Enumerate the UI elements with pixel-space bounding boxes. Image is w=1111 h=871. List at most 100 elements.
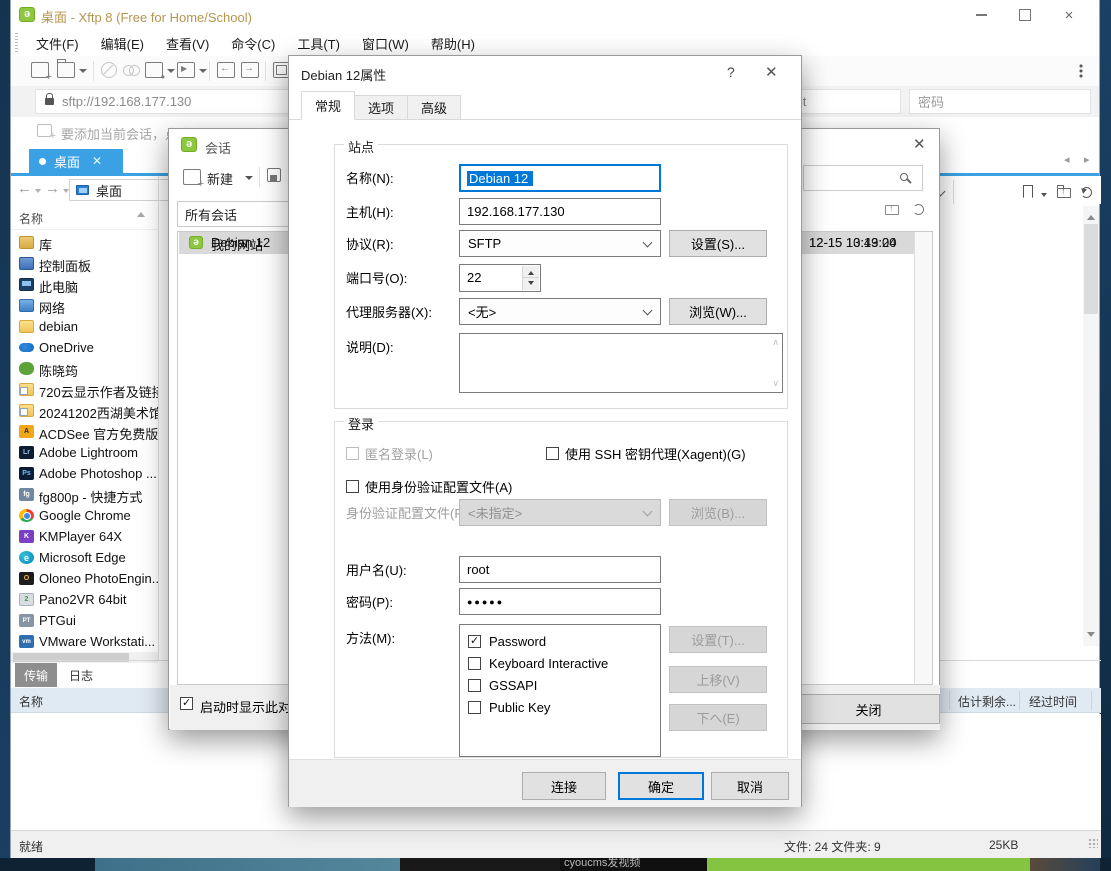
local-file-row[interactable]: 网络 [11, 295, 158, 316]
properties-tab[interactable]: 选项 [355, 95, 408, 120]
method-chec kbox-icon[interactable] [468, 657, 481, 670]
use-auth-profile-checkbox[interactable]: 使用身份验证配置文件(A) [346, 477, 512, 496]
close-session-dialog-button[interactable]: 关闭 [797, 694, 940, 724]
local-file-row[interactable]: 此电脑 [11, 274, 158, 295]
refresh-icon[interactable] [1081, 187, 1092, 198]
site-name-input[interactable]: Debian 12 [459, 164, 661, 192]
toolbar-icon[interactable] [199, 69, 207, 77]
transfer-est-header[interactable]: 估计剩余... [958, 693, 1016, 710]
description-textarea[interactable]: ∧ ∨ [459, 333, 783, 393]
local-file-row[interactable]: ACDSee 官方免费版 [11, 421, 158, 442]
new-session-icon[interactable] [183, 169, 201, 185]
local-file-row[interactable]: fg800p - 快捷方式 [11, 484, 158, 505]
folder-up-icon[interactable] [1057, 188, 1071, 198]
forward-icon[interactable]: → [45, 180, 60, 197]
toolbar-icon[interactable] [167, 69, 175, 77]
local-file-row[interactable]: Pano2VR 64bit [11, 589, 158, 610]
resize-grip[interactable] [1088, 838, 1098, 848]
local-hscrollbar[interactable] [11, 652, 158, 663]
checkbox-icon[interactable] [346, 480, 359, 493]
vscroll-thumb[interactable] [1084, 224, 1098, 314]
minimize-button[interactable] [959, 0, 1003, 30]
local-file-row[interactable]: 20241202西湖美术馆 [11, 400, 158, 421]
menu-item[interactable]: 窗口(W) [351, 34, 420, 53]
toolbar-icon[interactable] [241, 62, 259, 78]
method-row[interactable]: Password [460, 631, 660, 653]
scroll-down-icon[interactable]: ∨ [772, 378, 779, 389]
tab-transfer[interactable]: 传输 [15, 663, 57, 687]
close-button[interactable]: × [1047, 0, 1091, 30]
proxy-select[interactable]: <无> [459, 298, 661, 325]
toolbar-icon[interactable] [31, 62, 49, 78]
connect-button[interactable]: 连接 [522, 772, 606, 800]
new-session-button[interactable]: 新建 [207, 169, 233, 188]
tab-scroll-left-icon[interactable]: ◂ [1064, 153, 1070, 166]
session-dialog-close-icon[interactable]: ✕ [913, 135, 926, 153]
scroll-up-icon[interactable]: ∧ [772, 337, 779, 348]
session-search-input[interactable] [803, 165, 923, 191]
ok-button[interactable]: 确定 [618, 772, 704, 800]
local-file-row[interactable]: PTGui [11, 610, 158, 631]
local-file-row[interactable]: KMPlayer 64X [11, 526, 158, 547]
local-file-row[interactable]: 720云显示作者及链接 [11, 379, 158, 400]
local-file-row[interactable]: Microsoft Edge [11, 547, 158, 568]
session-list-scrollbar[interactable] [914, 232, 932, 684]
toolbar-icon[interactable] [177, 62, 195, 78]
local-file-row[interactable]: VMware Workstati... [11, 631, 158, 652]
menu-item[interactable]: 命令(C) [220, 34, 286, 53]
local-file-row[interactable]: Oloneo PhotoEngin... [11, 568, 158, 589]
transfer-name-header[interactable]: 名称 [19, 693, 43, 710]
protocol-select[interactable]: SFTP [459, 230, 661, 257]
pane-divider[interactable] [158, 176, 159, 660]
local-file-row[interactable]: 库 [11, 232, 158, 253]
port-up-icon[interactable] [522, 266, 539, 278]
local-file-row[interactable]: Google Chrome [11, 505, 158, 526]
maximize-button[interactable] [1003, 0, 1047, 30]
password-input[interactable]: 密码 [909, 89, 1091, 114]
help-icon[interactable]: ? [727, 64, 735, 80]
add-session-icon[interactable] [37, 124, 52, 137]
session-folder-up-icon[interactable] [885, 205, 899, 215]
tab-desktop[interactable]: 桌面 ✕ [29, 149, 123, 173]
method-chec kbox-icon[interactable] [468, 701, 481, 714]
toolbar-icon[interactable] [209, 61, 210, 81]
port-stepper[interactable]: 22 [459, 264, 541, 292]
toolbar-icon[interactable] [145, 62, 163, 78]
local-file-row[interactable]: 控制面板 [11, 253, 158, 274]
local-file-row[interactable]: Adobe Lightroom [11, 442, 158, 463]
session-refresh-icon[interactable] [913, 204, 924, 215]
toolbar-icon[interactable] [123, 62, 141, 78]
method-row[interactable]: Keyboard Interactive [460, 653, 660, 675]
toolbar-icon[interactable] [217, 62, 235, 78]
new-session-caret-icon[interactable] [245, 176, 253, 184]
transfer-elapsed-header[interactable]: 经过时间 [1029, 693, 1077, 710]
port-down-icon[interactable] [522, 278, 539, 290]
back-caret-icon[interactable] [35, 189, 41, 196]
toolbar-icon[interactable] [101, 62, 117, 78]
menu-item[interactable]: 查看(V) [155, 34, 220, 53]
back-icon[interactable]: ← [17, 180, 32, 197]
toolbar-icon[interactable] [79, 69, 87, 77]
bookmark-caret-icon[interactable] [1041, 193, 1047, 200]
dialog-username-input[interactable]: root [459, 556, 661, 583]
local-file-row[interactable]: debian [11, 316, 158, 337]
properties-tab[interactable]: 常规 [301, 91, 355, 120]
address-input[interactable]: sftp://192.168.177.130 [35, 89, 293, 114]
xagent-checkbox[interactable]: 使用 SSH 密钥代理(Xagent)(G) [546, 444, 746, 463]
host-input[interactable]: 192.168.177.130 [459, 198, 661, 225]
protocol-settings-button[interactable]: 设置(S)... [669, 230, 767, 257]
scroll-up-icon[interactable] [1087, 211, 1095, 220]
cancel-button[interactable]: 取消 [711, 772, 789, 800]
tab-scroll-right-icon[interactable]: ▸ [1084, 153, 1090, 166]
scroll-down-icon[interactable] [1087, 632, 1095, 641]
tab-close-icon[interactable]: ✕ [92, 154, 102, 168]
checkbox-icon[interactable] [546, 447, 559, 460]
dialog-password-input[interactable]: ●●●●● [459, 588, 661, 615]
local-file-row[interactable]: OneDrive [11, 337, 158, 358]
local-file-row[interactable]: Adobe Photoshop ... [11, 463, 158, 484]
method-chec kbox-icon[interactable] [468, 679, 481, 692]
properties-tab[interactable]: 高级 [408, 95, 461, 120]
method-chec kbox-icon[interactable] [468, 635, 481, 648]
menu-item[interactable]: 帮助(H) [420, 34, 486, 53]
method-row[interactable]: Public Key [460, 697, 660, 719]
